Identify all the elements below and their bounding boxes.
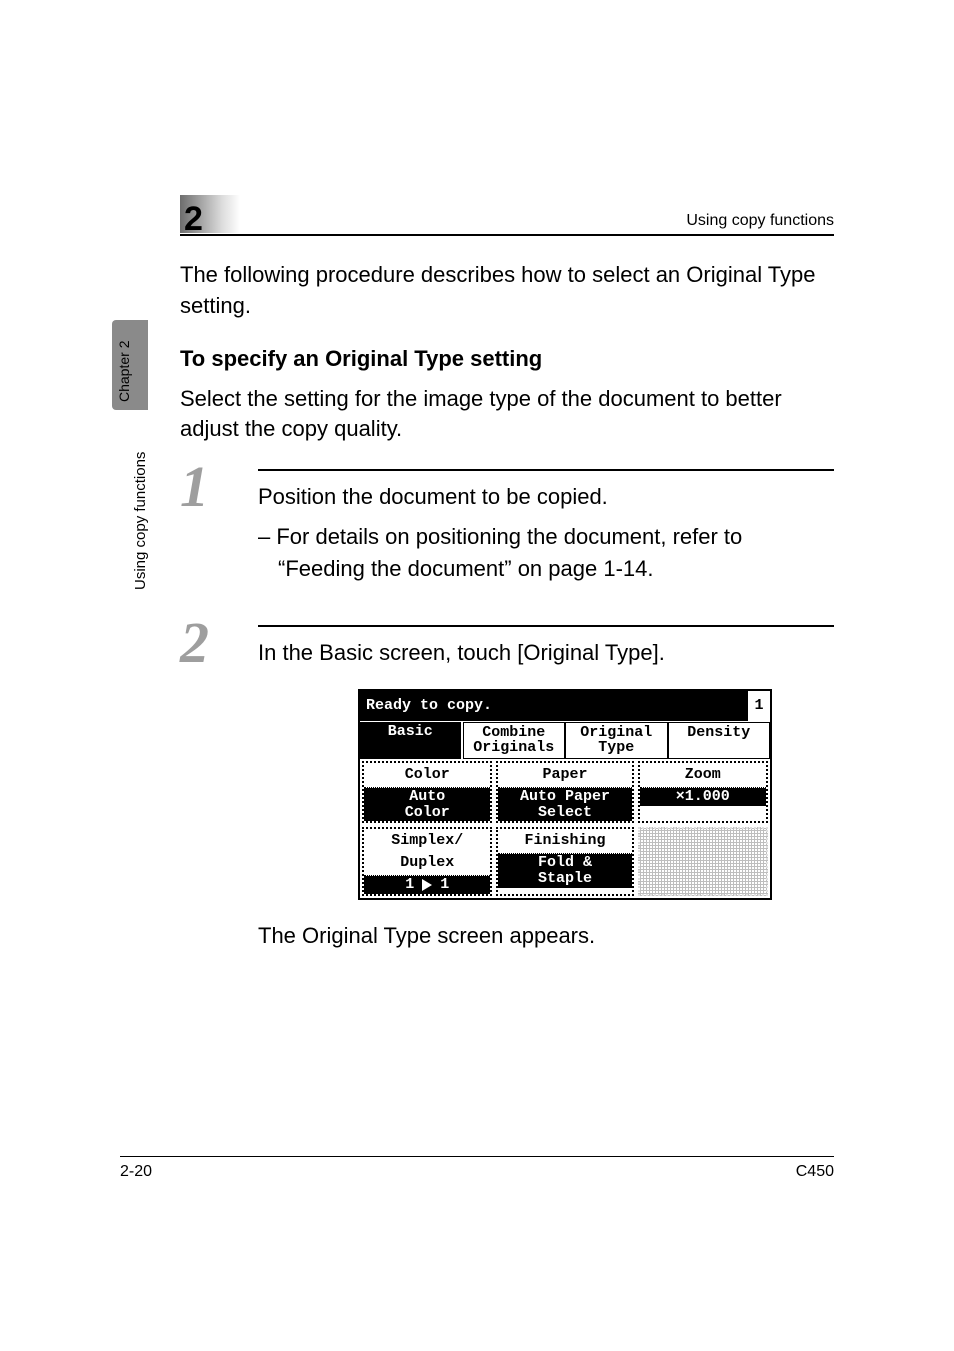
header-rule xyxy=(180,234,834,236)
side-section-label: Using copy functions xyxy=(132,452,149,590)
heading-paragraph: Select the setting for the image type of… xyxy=(180,384,834,446)
step-1-subtext: – For details on positioning the documen… xyxy=(258,521,834,585)
settings-grid: Color Auto Color Paper Auto Paper Select… xyxy=(360,759,770,898)
step-2-text: In the Basic screen, touch [Original Typ… xyxy=(258,637,834,669)
copy-count: 1 xyxy=(748,691,770,721)
tab-combine-originals[interactable]: Combine Originals xyxy=(463,722,566,760)
step-1: 1 Position the document to be copied. – … xyxy=(180,469,834,585)
step-2: 2 In the Basic screen, touch [Original T… xyxy=(180,625,834,952)
status-text: Ready to copy. xyxy=(360,691,748,721)
intro-paragraph: The following procedure describes how to… xyxy=(180,260,834,322)
color-label: Color xyxy=(364,763,490,788)
content-area: The following procedure describes how to… xyxy=(180,260,834,951)
step-rule xyxy=(258,469,834,471)
device-screen: Ready to copy. 1 Basic Combine Originals… xyxy=(358,689,772,900)
step-number: 2 xyxy=(180,609,209,676)
arrow-right-icon xyxy=(422,879,432,891)
paper-value: Auto Paper Select xyxy=(498,788,631,822)
finishing-button[interactable]: Finishing Fold & Staple xyxy=(496,827,633,895)
tab-row: Basic Combine Originals Original Type De… xyxy=(360,721,770,760)
status-bar: Ready to copy. 1 xyxy=(360,691,770,721)
simplex-duplex-button[interactable]: Simplex/ Duplex 1 1 xyxy=(362,827,492,895)
color-button[interactable]: Color Auto Color xyxy=(362,761,492,823)
step-2-after: The Original Type screen appears. xyxy=(258,920,834,952)
page-number: 2-20 xyxy=(120,1163,152,1181)
side-tab-label: Chapter 2 xyxy=(116,341,132,402)
tab-density[interactable]: Density xyxy=(668,722,771,760)
simplex-label: Simplex/ Duplex xyxy=(364,829,490,876)
running-header: Using copy functions xyxy=(686,212,834,230)
page: 2 Using copy functions Chapter 2 Using c… xyxy=(0,0,954,1351)
paper-button[interactable]: Paper Auto Paper Select xyxy=(496,761,633,823)
finishing-label: Finishing xyxy=(498,829,631,854)
color-value: Auto Color xyxy=(364,788,490,822)
zoom-label: Zoom xyxy=(640,763,766,788)
step-body: Position the document to be copied. – Fo… xyxy=(258,481,834,585)
tab-original-type[interactable]: Original Type xyxy=(565,722,668,760)
simplex-left: 1 xyxy=(405,877,414,893)
disabled-area xyxy=(638,827,768,895)
step-rule xyxy=(258,625,834,627)
fold-staple-value: Fold & Staple xyxy=(498,854,631,888)
simplex-value: 1 1 xyxy=(364,876,490,894)
step-body: In the Basic screen, touch [Original Typ… xyxy=(258,637,834,952)
section-heading: To specify an Original Type setting xyxy=(180,346,834,372)
zoom-button[interactable]: Zoom ×1.000 xyxy=(638,761,768,823)
step-1-text: Position the document to be copied. xyxy=(258,481,834,513)
step-number: 1 xyxy=(180,453,209,520)
zoom-value: ×1.000 xyxy=(640,788,766,806)
tab-basic[interactable]: Basic xyxy=(360,722,463,760)
paper-label: Paper xyxy=(498,763,631,788)
model-label: C450 xyxy=(796,1163,834,1181)
simplex-right: 1 xyxy=(440,877,449,893)
page-footer: 2-20 C450 xyxy=(120,1156,834,1181)
